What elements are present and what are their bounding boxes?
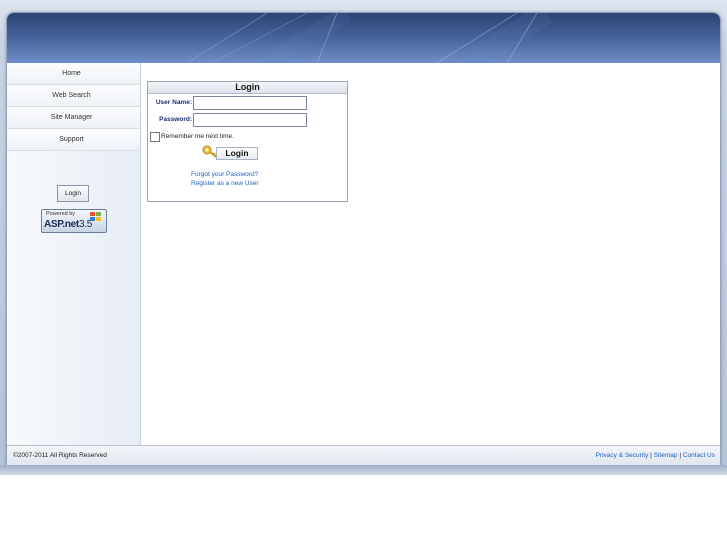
badge-brand: ASP.net3.5 [44, 219, 92, 230]
contact-link[interactable]: Contact Us [683, 452, 715, 459]
footer: ©2007-2011 All Rights Reserved Privacy &… [7, 445, 720, 465]
login-title: Login [148, 82, 347, 94]
nav-item-support[interactable]: Support [7, 129, 140, 151]
windows-flag-icon [90, 212, 101, 221]
forgot-password-link[interactable]: Forgot your Password? [191, 171, 258, 178]
badge-powered-by: Powered by [46, 211, 76, 217]
sitemap-link[interactable]: Sitemap [654, 452, 678, 459]
remember-me-checkbox[interactable] [150, 132, 160, 142]
footer-links: Privacy & Security | Sitemap | Contact U… [596, 447, 715, 464]
main-content: Login User Name: Password: Remember me n… [141, 63, 720, 445]
footer-separator: | [650, 452, 652, 459]
aspnet-badge[interactable]: Powered by ASP.net3.5 [41, 209, 107, 233]
sidebar-login-button[interactable]: Login [57, 185, 89, 202]
badge-brand-name: ASP.net [44, 219, 79, 230]
login-submit-button[interactable]: Login [202, 145, 258, 160]
register-link[interactable]: Register as a new User [191, 180, 259, 187]
bottom-band [0, 465, 727, 475]
nav-item-web-search[interactable]: Web Search [7, 85, 140, 107]
sidebar: Home Web Search Site Manager Support Log… [7, 63, 141, 445]
site-frame: Home Web Search Site Manager Support Log… [6, 12, 721, 466]
username-label: User Name: [155, 99, 192, 106]
username-input[interactable] [193, 96, 307, 110]
copyright-text: ©2007-2011 All Rights Reserved [13, 452, 107, 459]
banner-decoration [186, 13, 553, 63]
nav-item-site-manager[interactable]: Site Manager [7, 107, 140, 129]
login-button-label: Login [216, 147, 258, 160]
header-banner [7, 13, 720, 63]
password-label: Password: [159, 116, 192, 123]
login-panel: Login User Name: Password: Remember me n… [147, 81, 348, 202]
nav-item-home[interactable]: Home [7, 63, 140, 85]
remember-me-label: Remember me next time. [161, 133, 234, 140]
password-input[interactable] [193, 113, 307, 127]
privacy-link[interactable]: Privacy & Security [596, 452, 649, 459]
footer-separator: | [679, 452, 682, 459]
nav-menu: Home Web Search Site Manager Support [7, 63, 140, 151]
